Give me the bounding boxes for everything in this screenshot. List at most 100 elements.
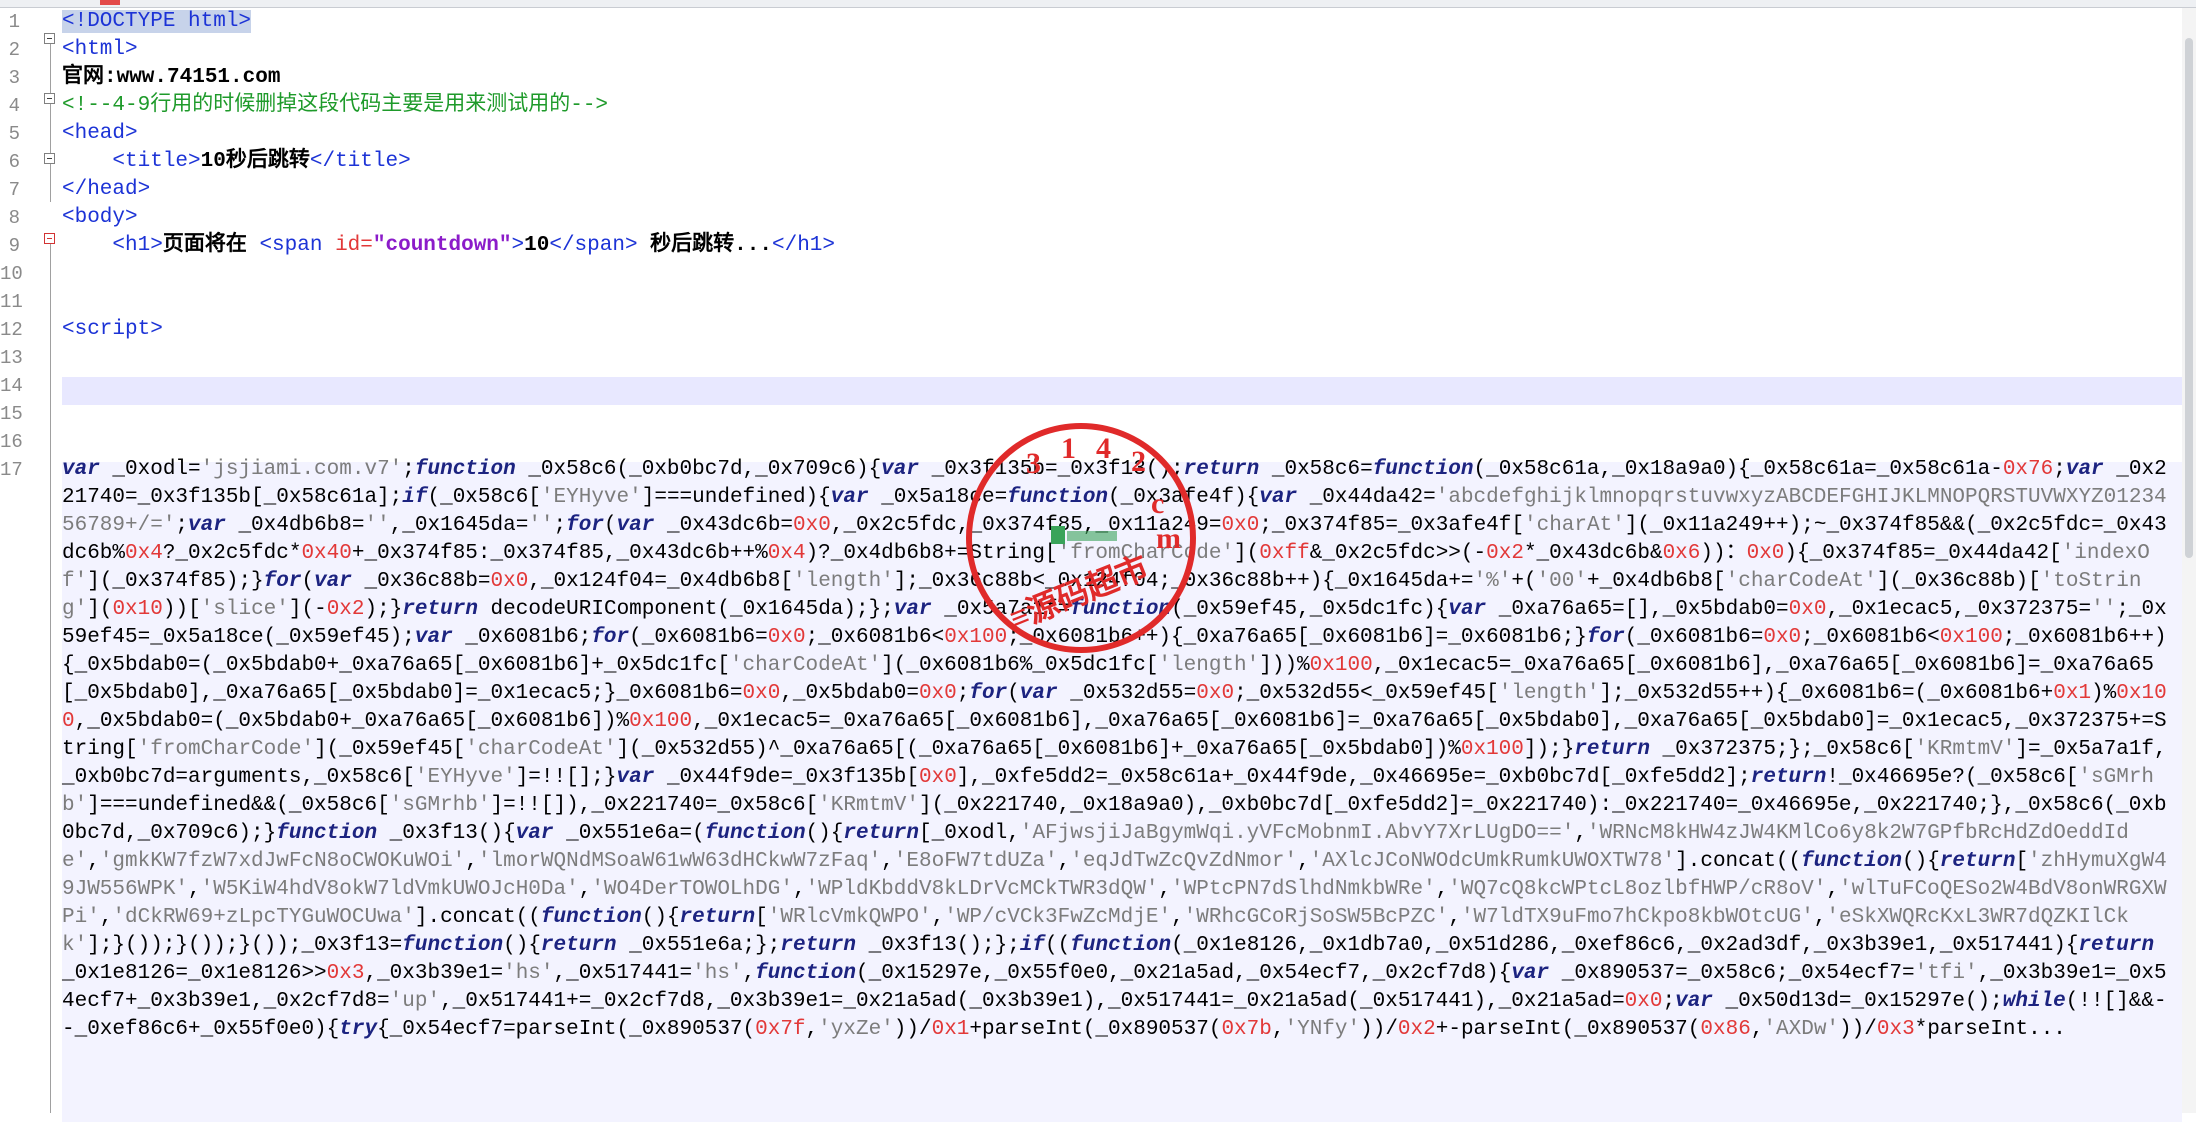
code-token: return [540, 934, 630, 957]
code-token: , [742, 962, 756, 985]
line-number: 13 [0, 347, 23, 369]
code-token: , [1171, 906, 1184, 929]
code-token: ){_0x374f85=_0x44da42[ [1784, 542, 2062, 565]
code-token: _0x43dc6b= [667, 514, 794, 537]
code-token: return [780, 934, 869, 957]
code-token: _0x44da42= [1309, 486, 1436, 509]
code-token: var [830, 486, 882, 509]
active-tab-indicator[interactable] [100, 0, 120, 5]
code-token: '00' [1536, 570, 1587, 593]
code-token: (_0x1e8126,_0x1db7a0,_0x51d286,_0xef86c6… [1171, 934, 2079, 957]
code-token: ].concat(( [414, 906, 541, 929]
code-token: _0xodl= [112, 458, 201, 481]
code-token: 0x4 [125, 542, 163, 565]
code-token: 0x7b [1221, 1018, 1272, 1041]
code-token: , [792, 878, 806, 901]
code-token: var [188, 514, 239, 537]
code-token: var [1511, 962, 1562, 985]
code-token: for [1586, 626, 1625, 649]
code-token: 0x0 [742, 682, 781, 705]
code-token: +parseInt(_0x890537( [969, 1018, 1222, 1041]
code-line-1[interactable]: <!DOCTYPE html> [62, 8, 2196, 36]
code-line-4[interactable]: <!--4-9行用的时候删掉这段代码主要是用来测试用的--> [62, 92, 2196, 120]
code-token: 'dCkRW69+zLpcTYGuWOCUwa' [112, 906, 415, 929]
code-token: _0x532d55= [1070, 682, 1197, 705]
code-token: 'fromCharCode' [137, 738, 315, 761]
code-line-9[interactable]: <h1>页面将在 <span id="countdown">10</span> … [62, 232, 2196, 260]
code-token: 'W7ldTX9uFmo7hCkpo8kbWOtcUG' [1460, 906, 1814, 929]
code-token: _0x551e6a;}; [629, 934, 781, 957]
code-token: ]);} [1523, 738, 1575, 761]
code-token: ( [1007, 682, 1020, 705]
code-token: +( [1511, 570, 1537, 593]
code-token: decodeURIComponent(_0x1645da);}; [490, 598, 894, 621]
code-token: var [1675, 990, 1726, 1013]
code-token: ,_0x3b39e1= [364, 962, 504, 985]
code-token: 0x100 [1460, 738, 1524, 761]
code-token: 'KRmtmV' [1914, 738, 2016, 761]
scrollbar-thumb[interactable] [2185, 38, 2193, 558]
vertical-scrollbar[interactable] [2182, 8, 2196, 1113]
code-token: 0x0 [1196, 682, 1235, 705]
code-token: 'KRmtmV' [818, 794, 919, 817]
code-token: 'yxZe' [818, 1018, 894, 1041]
code-token: var [1259, 486, 1310, 509]
code-token: , [1813, 906, 1827, 929]
code-token: function [540, 906, 642, 929]
code-line-7[interactable]: </head> [62, 176, 2196, 204]
code-token: 'E8oFW7tdUZa' [893, 850, 1058, 873]
code-token: 'AXDw' [1763, 1018, 1840, 1041]
code-token: var [881, 458, 932, 481]
code-token: (_0x6081b6= [1624, 626, 1764, 649]
code-line-12[interactable]: <script> [62, 316, 2196, 344]
code-token: 'eqJdTwZcQvZdNmor' [1070, 850, 1298, 873]
code-line-17-obfuscated[interactable]: var _0xodl='jsjiami.com.v7';function _0x… [62, 456, 2172, 1044]
code-token: , [1750, 1018, 1764, 1041]
code-token: ; [956, 682, 970, 705]
code-token: function [1372, 458, 1474, 481]
code-token: _0x890537=_0x58c6;_0x54ecf7= [1561, 962, 1915, 985]
code-token: {_0x54ecf7=parseInt(_0x890537( [377, 1018, 756, 1041]
code-line-2[interactable]: <html> [62, 36, 2196, 64]
code-token: ,_0x517441+=_0x2cf7d8,_0x3b39e1=_0x21a5a… [440, 990, 1625, 1013]
code-token: return [1939, 850, 2016, 873]
code-token: return [2078, 934, 2155, 957]
code-token: 0x10 [112, 598, 163, 621]
code-token: var [1448, 598, 1499, 621]
code-token: , [1574, 822, 1587, 845]
code-token: return [402, 598, 491, 621]
code-token: return [1574, 738, 1663, 761]
code-line-5[interactable]: <head> [62, 120, 2196, 148]
code-token: ;_0x6081b6++){_0xa76a65[_0x6081b6]=_0x60… [1007, 626, 1587, 649]
code-token: 'tfi' [1914, 962, 1978, 985]
code-token: 'length' [1158, 654, 1260, 677]
code-token: [_0xodl, [919, 822, 1020, 845]
code-token: 0x0 [1763, 626, 1802, 649]
code-token: ;_0x6081b6< [1801, 626, 1940, 649]
code-token: 'lmorWQNdMSoaW61wW63dHCkwW7zFaq' [477, 850, 882, 873]
code-token: ;_0x374f85=_0x3afe4f[ [1259, 514, 1524, 537]
code-token: return [1750, 766, 1827, 789]
code-token: ]===undefined){ [641, 486, 831, 509]
code-line-6[interactable]: <title>10秒后跳转</title> [62, 148, 2196, 176]
code-token: function [1007, 486, 1109, 509]
code-token: ](- [288, 598, 327, 621]
code-token: ,_0x517441= [553, 962, 693, 985]
code-token: _0x5a18ce= [881, 486, 1008, 509]
line-number: 10 [0, 263, 23, 285]
code-token: ; [175, 514, 189, 537]
code-token: 'charAt' [1523, 514, 1625, 537]
code-token: function [414, 458, 529, 481]
code-line-8[interactable]: <body> [62, 204, 2196, 232]
code-token: 'AXlcJCoNWOdcUmkRumkUWOXTW78' [1309, 850, 1676, 873]
code-token: try [339, 1018, 378, 1041]
code-token: ,_0x5bdab0= [780, 682, 919, 705]
code-token: 0x0 [490, 570, 529, 593]
code-token: function [1801, 850, 1902, 873]
code-token: ](_0x36c88b)[ [1876, 570, 2041, 593]
code-token: _0x58c6= [1271, 458, 1373, 481]
code-token: ]===undefined&&(_0x58c6[ [87, 794, 390, 817]
code-token: ))/ [1360, 1018, 1398, 1041]
code-line-3[interactable]: 官网:www.74151.com [62, 64, 2196, 92]
code-token: +-parseInt(_0x890537( [1435, 1018, 1701, 1041]
